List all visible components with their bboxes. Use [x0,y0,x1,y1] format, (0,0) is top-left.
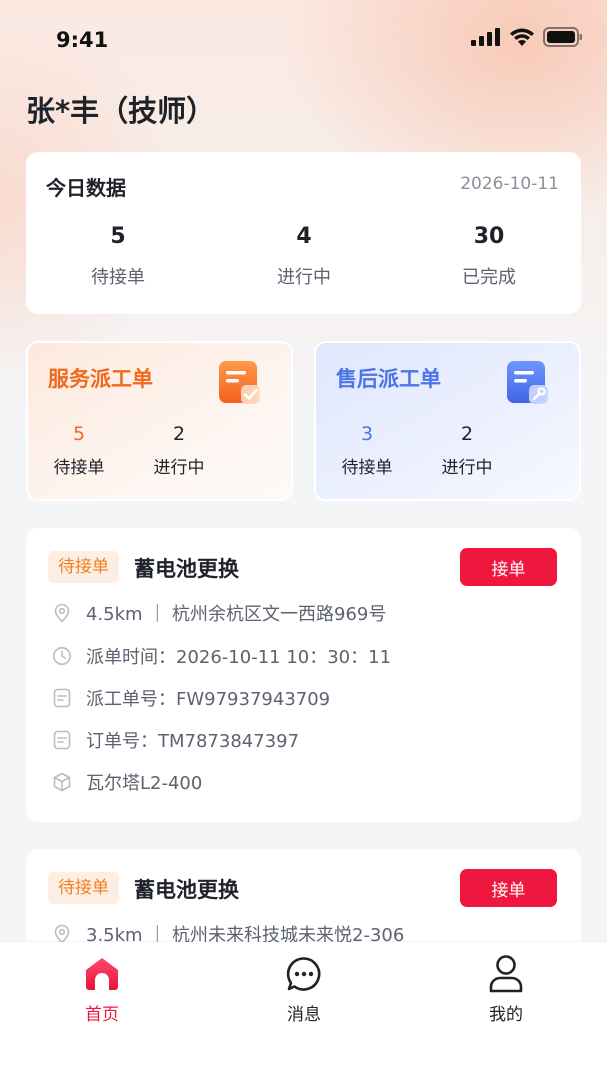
accept-order-button[interactable]: 接单 [460,548,557,586]
status-time: 9:41 [56,28,109,52]
stat-label: 进行中 [277,267,331,288]
stat-value: 4 [296,224,312,249]
after-sales-dispatch-title: 售后派工单 [336,367,441,391]
today-data-title: 今日数据 [46,176,126,200]
tab-label: 我的 [489,1005,523,1025]
order-dispatch-time: 派单时间：2026-10-11 10：30：11 [52,643,391,669]
order-location: 4.5km ｜ 杭州余杭区文一西路969号 [52,600,386,626]
stat-pending[interactable]: 5 待接单 [48,224,188,289]
stat-label: 待接单 [53,458,105,478]
stat-value: 2 [460,423,474,445]
service-dispatch-title: 服务派工单 [48,367,153,391]
wifi-icon [510,28,534,46]
message-icon [286,957,321,991]
status-badge: 待接单 [48,551,119,583]
order-title: 蓄电池更换 [134,878,239,902]
today-date: 2026-10-11 [460,174,559,194]
stat-value: 5 [72,423,86,445]
stat-label: 已完成 [462,267,516,288]
package-box-icon [52,772,72,792]
bottom-tab-bar: 首页 消息 我的 [0,942,607,1080]
document-icon [52,688,72,708]
signal-icon [471,28,500,46]
tab-home[interactable]: 首页 [42,952,162,1025]
tab-messages[interactable]: 消息 [244,952,364,1025]
service-dispatch-card[interactable]: 服务派工单 5 待接单 2 进行中 [26,341,293,501]
order-work-order-no-text: 派工单号：FW97937943709 [86,689,331,710]
today-data-card: 今日数据 2026-10-11 5 待接单 4 进行中 30 已完成 [26,152,581,314]
order-product: 瓦尔塔L2-400 [52,769,202,795]
battery-icon [543,27,582,47]
order-title: 蓄电池更换 [134,557,239,581]
page-title: 张*丰（技师） [26,94,216,128]
document-icon [52,730,72,750]
status-icons [471,27,583,47]
order-location-text: 4.5km ｜ 杭州余杭区文一西路969号 [86,604,387,625]
service-in-progress[interactable]: 2 进行中 [144,423,214,478]
stat-value: 2 [172,423,186,445]
order-order-no: 订单号：TM7873847397 [52,727,299,753]
stat-value: 5 [110,224,126,249]
stat-label: 进行中 [153,458,205,478]
stat-label: 待接单 [91,267,145,288]
after-sales-dispatch-card[interactable]: 售后派工单 3 待接单 2 进行中 [314,341,581,501]
order-card[interactable]: 待接单 蓄电池更换 接单 4.5km ｜ 杭州余杭区文一西路969号 派单时间：… [26,528,581,822]
stat-value: 30 [473,224,505,249]
order-product-text: 瓦尔塔L2-400 [86,773,203,794]
tab-label: 消息 [287,1005,321,1025]
stat-completed[interactable]: 30 已完成 [419,224,559,289]
tab-profile[interactable]: 我的 [446,952,566,1025]
order-dispatch-time-text: 派单时间：2026-10-11 10：30：11 [86,647,392,668]
stat-label: 待接单 [341,458,393,478]
after-sales-pending[interactable]: 3 待接单 [332,423,402,478]
stat-value: 3 [360,423,374,445]
status-bar: 9:41 [0,0,607,80]
home-icon [86,958,118,990]
user-icon [489,955,523,993]
clock-icon [52,646,72,666]
stat-label: 进行中 [441,458,493,478]
location-pin-icon [52,603,72,623]
accept-order-button[interactable]: 接单 [460,869,557,907]
service-order-icon [219,361,260,404]
service-pending[interactable]: 5 待接单 [44,423,114,478]
location-pin-icon [52,924,72,944]
after-sales-in-progress[interactable]: 2 进行中 [432,423,502,478]
tab-label: 首页 [85,1005,119,1025]
status-badge: 待接单 [48,872,119,904]
order-order-no-text: 订单号：TM7873847397 [86,731,300,752]
order-work-order-no: 派工单号：FW97937943709 [52,685,330,711]
stat-in-progress[interactable]: 4 进行中 [234,224,374,289]
after-sales-order-icon [507,361,548,404]
